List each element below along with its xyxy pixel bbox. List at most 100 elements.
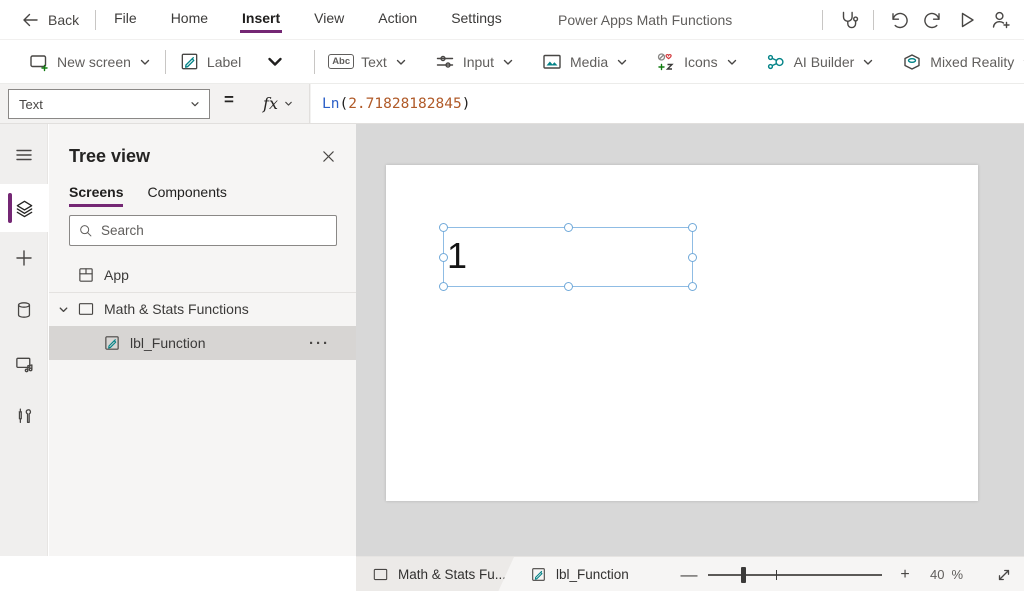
media-screen-music-icon [15, 357, 33, 372]
data-rail-button[interactable] [0, 288, 48, 332]
label-label: Label [206, 53, 242, 70]
input-menu-button[interactable]: Input [434, 51, 515, 73]
chevron-down-icon [864, 59, 873, 65]
resize-handle-ne[interactable] [688, 223, 697, 232]
redo-button[interactable] [916, 0, 950, 40]
resize-handle-e[interactable] [688, 253, 697, 262]
chevron-down-icon [727, 59, 736, 65]
top-actions [814, 0, 1024, 40]
text-menu-button[interactable]: Abc Text [328, 54, 408, 70]
tree-item-screen[interactable]: Math & Stats Functions [49, 293, 356, 325]
resize-handle-sw[interactable] [439, 282, 448, 291]
chevron-down-icon [503, 59, 513, 65]
search-input[interactable] [101, 223, 328, 238]
app-checker-button[interactable] [831, 0, 865, 40]
share-button[interactable] [984, 0, 1018, 40]
media-rail-button[interactable] [0, 342, 48, 386]
formula-number-token: 2.71828182845 [348, 95, 462, 112]
tree-view-panel: Tree view Screens Components Search App … [49, 124, 356, 556]
zoom-in-button[interactable]: + [890, 557, 920, 591]
label-button[interactable]: Label [179, 51, 241, 72]
menu-home[interactable]: Home [169, 6, 210, 33]
menu-bar: Back File Home Insert View Action Settin… [0, 0, 1024, 40]
mixed-reality-menu-button[interactable]: Mixed Reality [901, 51, 1024, 73]
chevron-down-big-icon [268, 57, 282, 66]
tree-view-rail-button[interactable] [0, 184, 48, 232]
menu-insert[interactable]: Insert [240, 6, 283, 33]
menu-action[interactable]: Action [376, 6, 419, 33]
screen-artboard[interactable]: 1 [386, 165, 978, 501]
more-actions-button[interactable]: ··· [309, 335, 330, 352]
back-arrow-icon [20, 10, 40, 30]
canvas-area: 1 [356, 124, 1024, 556]
label-expand-button[interactable] [265, 52, 285, 72]
top-divider [822, 10, 823, 30]
property-selected-value: Text [19, 96, 43, 112]
play-preview-button[interactable] [950, 0, 984, 40]
tree-item-label: lbl_Function [130, 335, 206, 351]
hamburger-icon [16, 149, 32, 161]
ribbon-divider-2 [314, 49, 316, 74]
tab-screens[interactable]: Screens [69, 184, 124, 207]
menu-file[interactable]: File [112, 6, 139, 33]
app-title: Power Apps Math Functions [558, 12, 733, 28]
chevron-down-icon [396, 59, 406, 65]
formula-close-paren: ) [461, 95, 471, 112]
insert-rail-button[interactable] [0, 236, 48, 280]
property-dropdown[interactable]: Text [8, 89, 210, 119]
breadcrumb-control-label: lbl_Function [556, 567, 629, 582]
label-pencil-icon [103, 334, 121, 352]
tree-item-app[interactable]: App [49, 260, 356, 290]
back-button[interactable]: Back [20, 10, 79, 30]
menu-settings[interactable]: Settings [449, 6, 504, 33]
zoom-slider-thumb[interactable] [741, 567, 747, 583]
breadcrumb-screen[interactable]: Math & Stats Fu... [356, 557, 514, 591]
label-pencil-icon [179, 51, 200, 72]
tab-components[interactable]: Components [147, 184, 226, 206]
menu-view[interactable]: View [312, 6, 346, 33]
plus-icon [16, 250, 32, 266]
panel-title: Tree view [69, 146, 151, 166]
icons-label: Icons [684, 53, 718, 70]
screen-icon [372, 566, 389, 583]
fit-to-window-button[interactable] [986, 557, 1022, 591]
resize-handle-se[interactable] [688, 282, 697, 291]
mixed-reality-label: Mixed Reality [930, 53, 1015, 70]
resize-handle-w[interactable] [439, 253, 448, 262]
resize-handle-n[interactable] [564, 223, 573, 232]
ai-builder-menu-button[interactable]: AI Builder [765, 51, 876, 73]
zoom-out-button[interactable]: — [674, 557, 704, 591]
resize-handle-s[interactable] [564, 282, 573, 291]
tools-icon [18, 408, 32, 423]
zoom-value: 40 [930, 567, 945, 582]
fx-dropdown[interactable]: fx [248, 84, 310, 123]
screen-icon [77, 300, 95, 318]
percent-sign: % [951, 567, 964, 582]
chevron-down-icon [140, 59, 150, 65]
zoom-slider[interactable] [708, 567, 882, 583]
play-icon [956, 9, 978, 31]
undo-button[interactable] [882, 0, 916, 40]
tree-search-box[interactable] [69, 215, 337, 246]
chevron-down-icon [285, 101, 292, 106]
back-label: Back [48, 11, 80, 28]
formula-input[interactable]: Ln(2.71828182845) [311, 84, 1024, 123]
close-panel-button[interactable] [318, 146, 338, 166]
advanced-tools-rail-button[interactable] [0, 394, 48, 438]
abc-icon: Abc [328, 53, 355, 70]
ai-builder-icon [765, 51, 787, 73]
collapse-nav-button[interactable] [0, 133, 48, 177]
breadcrumb-control[interactable]: lbl_Function [530, 557, 629, 591]
database-icon [17, 302, 31, 318]
icons-menu-button[interactable]: Icons [655, 51, 738, 73]
resize-handle-nw[interactable] [439, 223, 448, 232]
formula-open-paren: ( [339, 95, 349, 112]
fx-label: fx [263, 94, 278, 113]
formula-function-token: Ln [322, 95, 340, 112]
new-screen-button[interactable]: New screen [28, 51, 152, 73]
formula-bar: Text = fx Ln(2.71828182845) [0, 84, 1024, 124]
selected-label-control[interactable]: 1 [439, 223, 697, 291]
media-menu-button[interactable]: Media [541, 51, 629, 73]
tree-item-control-selected[interactable]: lbl_Function ··· [49, 326, 356, 360]
new-screen-icon [28, 51, 50, 73]
